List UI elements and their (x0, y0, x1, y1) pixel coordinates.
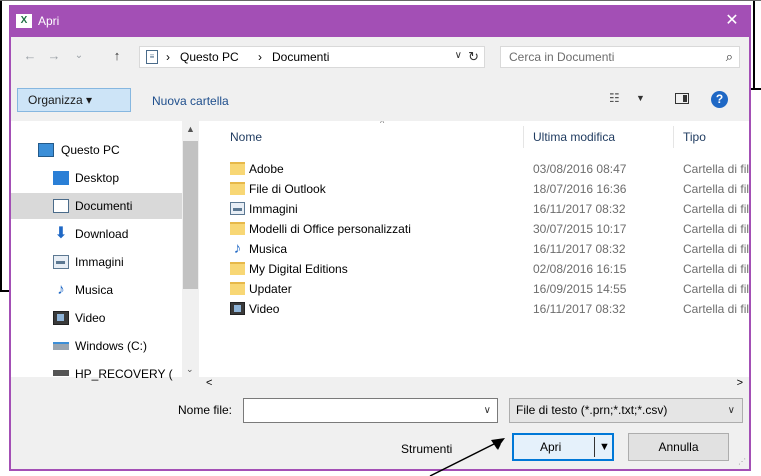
annotation-arrow (429, 438, 505, 476)
annotation-arrow-head (491, 438, 505, 449)
annotation-arrow-line (429, 441, 499, 476)
